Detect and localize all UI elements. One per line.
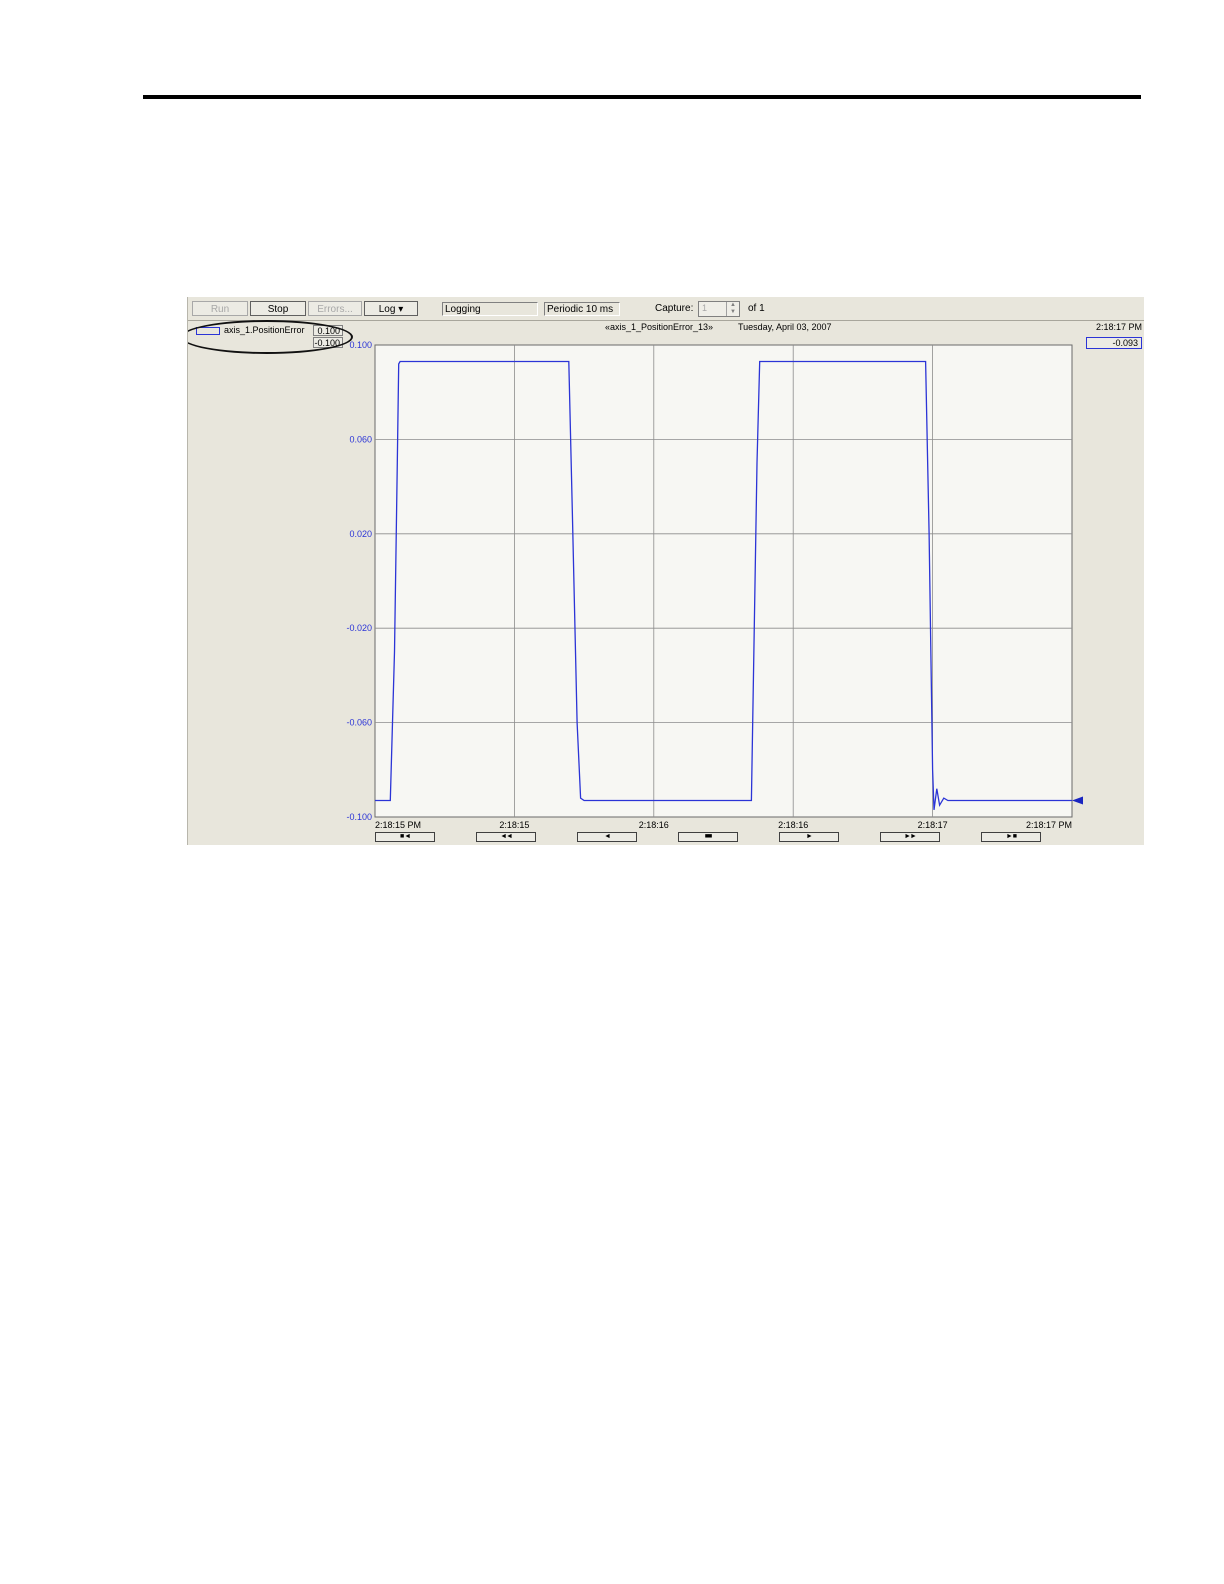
y-tick-label: 0.020 xyxy=(349,529,372,539)
first-icon: ■ ◄ xyxy=(399,833,411,840)
y-tick-label: 0.060 xyxy=(349,434,372,444)
x-tick-label: 2:18:16 xyxy=(778,820,808,830)
plot-area xyxy=(374,344,1073,818)
x-tick-label: 2:18:16 xyxy=(639,820,669,830)
nav-pause-button[interactable]: ■■ xyxy=(678,832,738,842)
forward-icon: ► xyxy=(806,833,813,840)
y-tick-label: -0.100 xyxy=(346,812,372,822)
nav-fast-back-button[interactable]: ◄◄ xyxy=(476,832,536,842)
y-tick-label: 0.100 xyxy=(349,340,372,350)
nav-fast-forward-button[interactable]: ►► xyxy=(880,832,940,842)
y-tick-label: -0.020 xyxy=(346,623,372,633)
value-cursor-arrow-icon xyxy=(1072,796,1083,805)
back-icon: ◄ xyxy=(604,833,611,840)
x-tick-label: 2:18:15 xyxy=(499,820,529,830)
trend-chart-window: Run Stop Errors... Log ▾ Logging Periodi… xyxy=(187,297,1144,845)
last-icon: ► ■ xyxy=(1005,833,1017,840)
trend-plot[interactable]: 0.1000.0600.020-0.020-0.060-0.1002:18:15… xyxy=(188,297,1144,845)
y-tick-label: -0.060 xyxy=(346,718,372,728)
fast-forward-icon: ►► xyxy=(904,833,917,840)
x-tick-label: 2:18:15 PM xyxy=(375,820,421,830)
nav-forward-button[interactable]: ► xyxy=(779,832,839,842)
fast-back-icon: ◄◄ xyxy=(500,833,513,840)
pause-icon: ■■ xyxy=(704,833,713,840)
nav-last-button[interactable]: ► ■ xyxy=(981,832,1041,842)
nav-back-button[interactable]: ◄ xyxy=(577,832,637,842)
nav-first-button[interactable]: ■ ◄ xyxy=(375,832,435,842)
page-header-rule xyxy=(143,95,1141,99)
x-tick-label: 2:18:17 xyxy=(918,820,948,830)
x-tick-label: 2:18:17 PM xyxy=(1026,820,1072,830)
